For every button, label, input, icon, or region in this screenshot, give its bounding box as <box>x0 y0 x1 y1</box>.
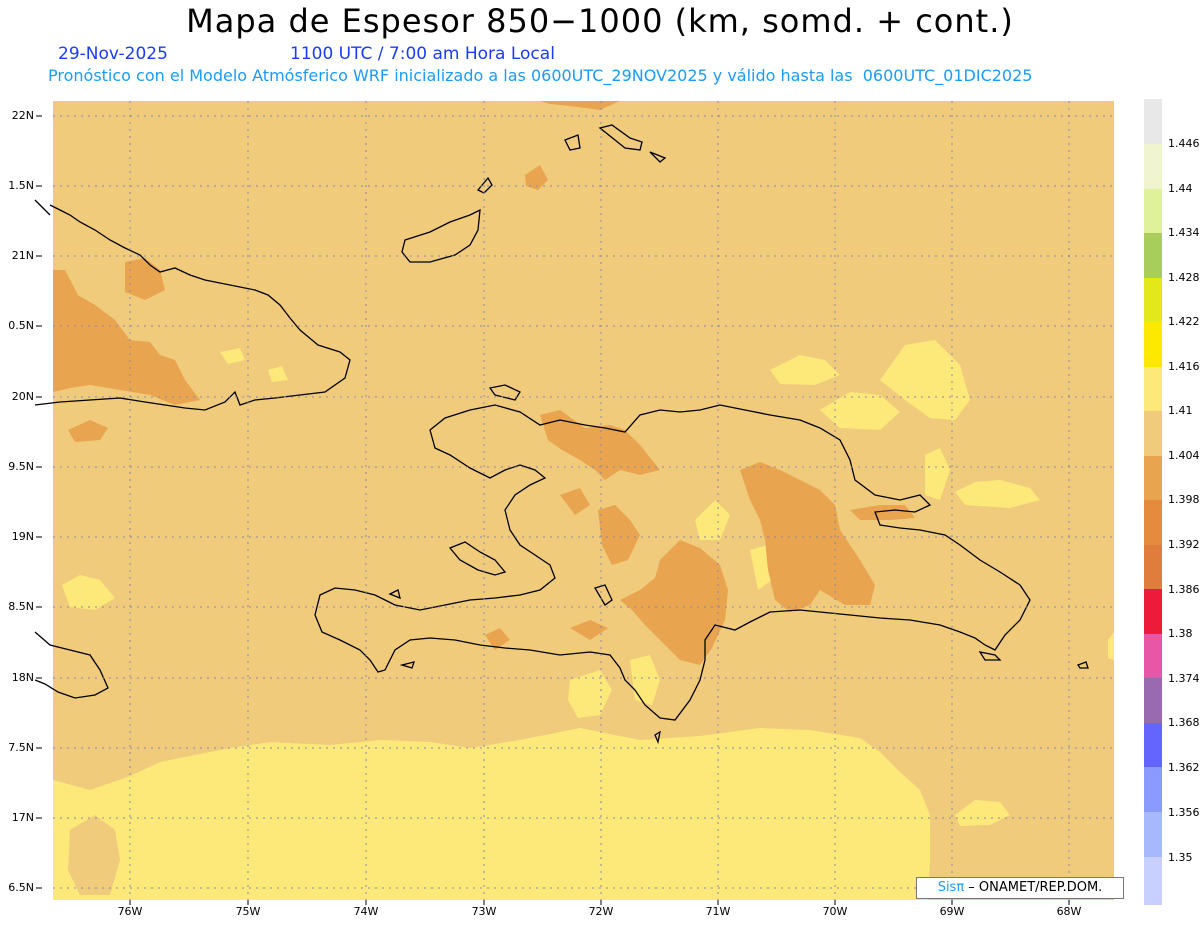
colorbar-label: 1.35 <box>1168 851 1193 864</box>
lat-label: 19N <box>11 530 34 543</box>
lon-label: 69W <box>939 905 965 918</box>
lat-label: 1.5N <box>8 179 34 192</box>
lat-label: 18N <box>11 671 34 684</box>
colorbar-segment <box>1144 634 1162 678</box>
colorbar-segment <box>1144 456 1162 500</box>
colorbar-label: 1.356 <box>1168 806 1200 819</box>
lat-label: 20N <box>11 390 34 403</box>
coast-cuba-west <box>34 199 51 216</box>
colorbar-segment <box>1144 411 1162 456</box>
colorbar-segment <box>1144 545 1162 589</box>
lat-label: 21N <box>11 249 34 262</box>
lat-label: 22N <box>11 109 34 122</box>
colorbar-label: 1.434 <box>1168 226 1200 239</box>
colorbar-label: 1.386 <box>1168 583 1200 596</box>
colorbar-segment <box>1144 189 1162 233</box>
colorbar <box>1144 99 1162 905</box>
colorbar-segment <box>1144 812 1162 857</box>
lat-label: 7.5N <box>8 741 34 754</box>
colorbar-segment <box>1144 233 1162 278</box>
sispi-logo: Sisπ <box>937 880 965 895</box>
thickness-map <box>34 101 1114 905</box>
colorbar-segment <box>1144 678 1162 723</box>
colorbar-segment <box>1144 767 1162 812</box>
lat-label: 8.5N <box>8 600 34 613</box>
colorbar-label: 1.446 <box>1168 137 1200 150</box>
colorbar-segment <box>1144 99 1162 144</box>
lon-label: 68W <box>1056 905 1082 918</box>
colorbar-label: 1.398 <box>1168 493 1200 506</box>
lat-label: 0.5N <box>8 319 34 332</box>
colorbar-label: 1.392 <box>1168 538 1200 551</box>
colorbar-segment <box>1144 500 1162 545</box>
colorbar-label: 1.404 <box>1168 449 1200 462</box>
credit-box: Sisπ – ONAMET/REP.DOM. <box>916 877 1124 899</box>
colorbar-segment <box>1144 322 1162 367</box>
lat-label: 6.5N <box>8 881 34 894</box>
lat-label: 9.5N <box>8 460 34 473</box>
colorbar-label: 1.368 <box>1168 716 1200 729</box>
lon-label: 70W <box>822 905 848 918</box>
colorbar-segment <box>1144 144 1162 189</box>
colorbar-segment <box>1144 367 1162 411</box>
credit-text: – ONAMET/REP.DOM. <box>964 880 1103 895</box>
lon-label: 73W <box>471 905 497 918</box>
colorbar-label: 1.44 <box>1168 182 1193 195</box>
colorbar-label: 1.362 <box>1168 761 1200 774</box>
colorbar-segment <box>1144 589 1162 634</box>
lon-label: 71W <box>705 905 731 918</box>
colorbar-label: 1.374 <box>1168 672 1200 685</box>
colorbar-segment <box>1144 278 1162 322</box>
colorbar-segment <box>1144 857 1162 905</box>
colorbar-label: 1.428 <box>1168 271 1200 284</box>
lon-label: 75W <box>235 905 261 918</box>
colorbar-label: 1.422 <box>1168 315 1200 328</box>
colorbar-segment <box>1144 723 1162 767</box>
lat-label: 17N <box>11 811 34 824</box>
colorbar-label: 1.38 <box>1168 627 1193 640</box>
lon-label: 74W <box>353 905 379 918</box>
colorbar-label: 1.416 <box>1168 360 1200 373</box>
lon-label: 72W <box>588 905 614 918</box>
lon-label: 76W <box>117 905 143 918</box>
colorbar-label: 1.41 <box>1168 404 1193 417</box>
